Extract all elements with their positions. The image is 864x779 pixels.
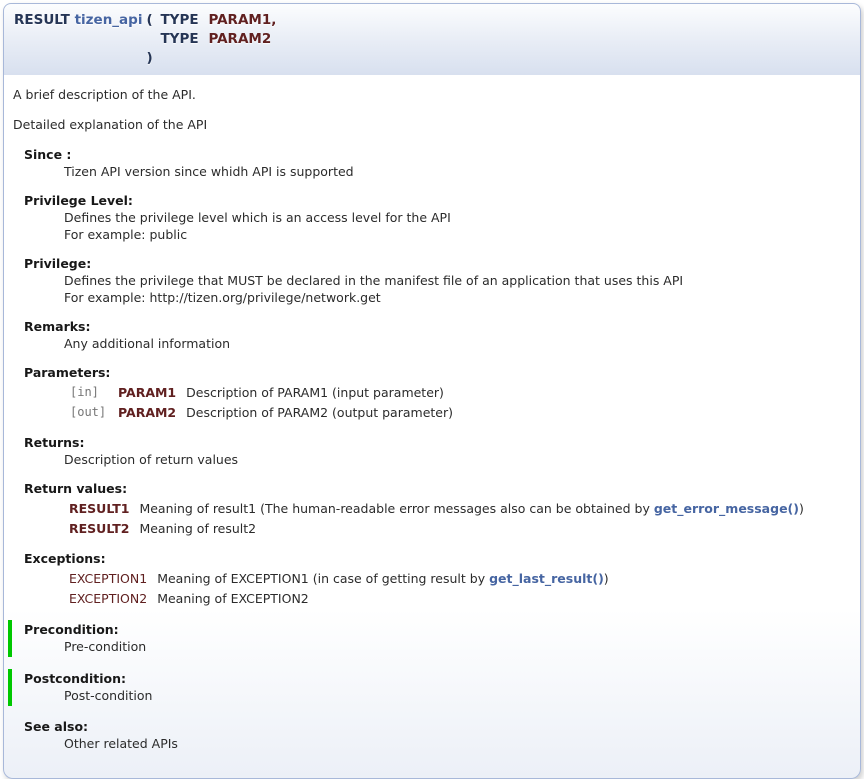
return-value-row: RESULT2 Meaning of result2 — [69, 518, 804, 538]
open-paren: ( — [144, 11, 158, 30]
brief-description: A brief description of the API. — [13, 86, 852, 103]
exception-description: Meaning of EXCEPTION1 (in case of gettin… — [157, 568, 609, 588]
description-text: Meaning of result2 — [139, 521, 256, 536]
privilege-level-line: Defines the privilege level which is an … — [64, 209, 852, 226]
section-returns: Returns: Description of return values — [9, 434, 852, 468]
parameter-row: [in] PARAM1 Description of PARAM1 (input… — [70, 382, 453, 402]
param-name: PARAM1 — [118, 382, 186, 402]
since-text: Tizen API version since whidh API is sup… — [64, 163, 852, 180]
result-description: Meaning of result1 (The human-readable e… — [139, 498, 803, 518]
function-name-cell: RESULT tizen_api — [10, 11, 144, 30]
since-label: Since : — [24, 146, 852, 163]
signature-row: ) — [10, 49, 278, 68]
api-doc-card: RESULT tizen_api ( TYPE PARAM1, TYPE PAR… — [3, 3, 861, 779]
section-privilege: Privilege: Defines the privilege that MU… — [9, 255, 852, 306]
spacer-cell — [158, 49, 206, 68]
param-direction: [out] — [70, 402, 118, 422]
spacer-cell — [144, 30, 158, 49]
spacer-cell — [10, 30, 144, 49]
description-text: ) — [799, 501, 804, 516]
param-description: Description of PARAM1 (input parameter) — [186, 382, 453, 402]
returns-text: Description of return values — [64, 451, 852, 468]
privilege-label: Privilege: — [24, 255, 852, 272]
see-also-text: Other related APIs — [64, 735, 852, 752]
postcondition-label: Postcondition: — [24, 670, 852, 687]
description-text: Meaning of EXCEPTION1 (in case of gettin… — [157, 571, 489, 586]
section-return-values: Return values: RESULT1 Meaning of result… — [9, 480, 852, 538]
privilege-example: For example: http://tizen.org/privilege/… — [64, 289, 852, 306]
signature-row: RESULT tizen_api ( TYPE PARAM1, — [10, 11, 278, 30]
param-direction: [in] — [70, 382, 118, 402]
parameter-row: [out] PARAM2 Description of PARAM2 (outp… — [70, 402, 453, 422]
exception-row: EXCEPTION2 Meaning of EXCEPTION2 — [69, 588, 609, 608]
param-description: Description of PARAM2 (output parameter) — [186, 402, 453, 422]
section-parameters: Parameters: [in] PARAM1 Description of P… — [9, 364, 852, 422]
returns-label: Returns: — [24, 434, 852, 451]
privilege-line: Defines the privilege that MUST be decla… — [64, 272, 852, 289]
spacer-cell — [206, 49, 278, 68]
privilege-level-example: For example: public — [64, 226, 852, 243]
remarks-text: Any additional information — [64, 335, 852, 352]
section-since: Since : Tizen API version since whidh AP… — [9, 146, 852, 180]
exception-description: Meaning of EXCEPTION2 — [157, 588, 609, 608]
section-exceptions: Exceptions: EXCEPTION1 Meaning of EXCEPT… — [9, 550, 852, 608]
see-also-label: See also: — [24, 718, 852, 735]
return-values-label: Return values: — [24, 480, 852, 497]
result-name: RESULT1 — [69, 498, 139, 518]
description-text: Meaning of EXCEPTION2 — [157, 591, 309, 606]
function-signature: RESULT tizen_api ( TYPE PARAM1, TYPE PAR… — [10, 11, 278, 68]
precondition-text: Pre-condition — [64, 638, 852, 655]
postcondition-text: Post-condition — [64, 687, 852, 704]
return-values-table: RESULT1 Meaning of result1 (The human-re… — [69, 498, 804, 538]
signature-row: TYPE PARAM2 — [10, 30, 278, 49]
spacer-cell — [10, 49, 144, 68]
result-name: RESULT2 — [69, 518, 139, 538]
return-value-row: RESULT1 Meaning of result1 (The human-re… — [69, 498, 804, 518]
section-see-also: See also: Other related APIs — [9, 718, 852, 752]
exception-row: EXCEPTION1 Meaning of EXCEPTION1 (in cas… — [69, 568, 609, 588]
param-name: PARAM2 — [206, 30, 278, 49]
function-name-link[interactable]: tizen_api — [75, 12, 143, 28]
return-type: RESULT — [14, 12, 70, 28]
exception-name: EXCEPTION1 — [69, 568, 157, 588]
exception-name: EXCEPTION2 — [69, 588, 157, 608]
parameters-table: [in] PARAM1 Description of PARAM1 (input… — [70, 382, 453, 422]
precondition-label: Precondition: — [24, 621, 852, 638]
parameters-label: Parameters: — [24, 364, 852, 381]
section-remarks: Remarks: Any additional information — [9, 318, 852, 352]
close-paren: ) — [144, 49, 158, 68]
section-precondition: Precondition: Pre-condition — [8, 620, 852, 657]
param-type: TYPE — [158, 30, 206, 49]
param-name: PARAM2 — [118, 402, 186, 422]
exceptions-label: Exceptions: — [24, 550, 852, 567]
description-text: ) — [604, 571, 609, 586]
remarks-label: Remarks: — [24, 318, 852, 335]
privilege-level-label: Privilege Level: — [24, 192, 852, 209]
exceptions-table: EXCEPTION1 Meaning of EXCEPTION1 (in cas… — [69, 568, 609, 608]
param-type: TYPE — [158, 11, 206, 30]
section-privilege-level: Privilege Level: Defines the privilege l… — [9, 192, 852, 243]
documentation-body: A brief description of the API. Detailed… — [3, 75, 861, 779]
result-description: Meaning of result2 — [139, 518, 803, 538]
function-prototype-header: RESULT tizen_api ( TYPE PARAM1, TYPE PAR… — [3, 3, 861, 75]
param-name: PARAM1, — [206, 11, 278, 30]
detailed-description: Detailed explanation of the API — [13, 116, 852, 133]
section-postcondition: Postcondition: Post-condition — [8, 669, 852, 706]
description-text: Meaning of result1 (The human-readable e… — [139, 501, 653, 516]
get-last-result-link[interactable]: get_last_result() — [489, 571, 604, 586]
get-error-message-link[interactable]: get_error_message() — [654, 501, 799, 516]
